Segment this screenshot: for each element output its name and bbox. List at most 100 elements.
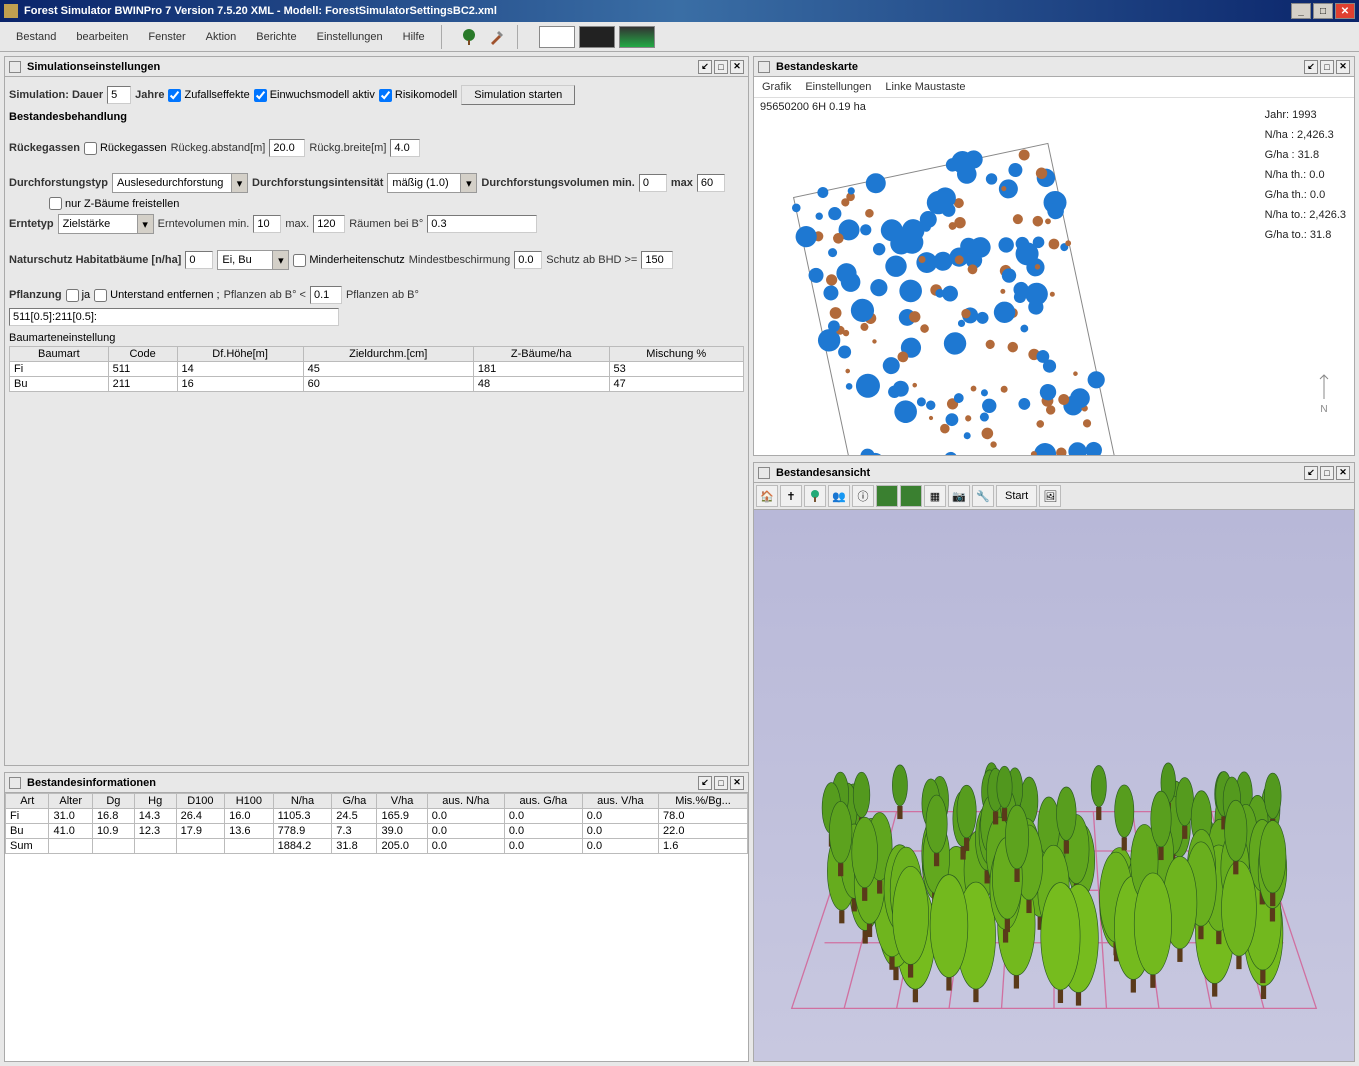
durchf-typ-combo[interactable]: Auslesedurchforstung▾: [112, 173, 248, 193]
view3d-canvas[interactable]: [754, 510, 1354, 1061]
panel-max-icon[interactable]: □: [714, 776, 728, 790]
wrench-icon[interactable]: 🔧: [972, 485, 994, 507]
erntetyp-combo[interactable]: Zielstärke▾: [58, 214, 154, 234]
panel-close-icon[interactable]: ✕: [730, 60, 744, 74]
erntevol-max-input[interactable]: [313, 215, 345, 233]
stand-3dview-panel: Bestandesansicht ↙ □ ✕ 🏠 ✝ 👥 ⓘ ▦ 📷 🔧 Sta…: [753, 462, 1355, 1062]
tree-icon[interactable]: [457, 25, 481, 49]
ruckegassen-label: Rückegassen: [9, 142, 80, 154]
panel-max-icon[interactable]: □: [714, 60, 728, 74]
panel-close-icon[interactable]: ✕: [730, 776, 744, 790]
map-menu-einstellungen[interactable]: Einstellungen: [805, 81, 871, 93]
people-icon[interactable]: 👥: [828, 485, 850, 507]
table-header: Alter: [49, 794, 92, 809]
info-icon[interactable]: ⓘ: [852, 485, 874, 507]
menu-bearbeiten[interactable]: bearbeiten: [66, 27, 138, 47]
durchf-vol-max-input[interactable]: [697, 174, 725, 192]
panel-min-icon[interactable]: ↙: [1304, 466, 1318, 480]
table-header: D100: [176, 794, 225, 809]
info-table: ArtAlterDgHgD100H100N/haG/haV/haaus. N/h…: [5, 793, 748, 854]
schutz-bhd-label: Schutz ab BHD >=: [546, 254, 637, 266]
panel-min-icon[interactable]: ↙: [1304, 60, 1318, 74]
ingrowth-check[interactable]: Einwuchsmodell aktiv: [254, 89, 375, 102]
map-menu-maustaste[interactable]: Linke Maustaste: [885, 81, 965, 93]
duration-input[interactable]: [107, 86, 131, 104]
erntevol-max-label: max.: [285, 218, 309, 230]
mindest-input[interactable]: [514, 251, 542, 269]
habitat-input[interactable]: [185, 251, 213, 269]
panel-max-icon[interactable]: □: [1320, 60, 1334, 74]
thumb-3[interactable]: [619, 26, 655, 48]
menu-fenster[interactable]: Fenster: [138, 27, 195, 47]
raumen-input[interactable]: [427, 215, 537, 233]
stand-info-panel: Bestandesinformationen ↙ □ ✕ ArtAlterDgH…: [4, 772, 749, 1062]
compass-icon: N: [1314, 371, 1334, 415]
random-check[interactable]: Zufallseffekte: [168, 89, 249, 102]
tree-icon[interactable]: [804, 485, 826, 507]
only-z-check[interactable]: nur Z-Bäume freistellen: [49, 197, 179, 210]
panel-max-icon[interactable]: □: [1320, 466, 1334, 480]
panel-close-icon[interactable]: ✕: [1336, 60, 1350, 74]
planting-rule-input[interactable]: [9, 308, 339, 326]
map-menu-grafik[interactable]: Grafik: [762, 81, 791, 93]
durchf-vol-label: Durchforstungsvolumen min.: [481, 177, 634, 189]
tree-map-svg[interactable]: [764, 117, 1144, 455]
cross-icon[interactable]: ✝: [780, 485, 802, 507]
table-row[interactable]: Fi31.016.814.326.416.01105.324.5165.90.0…: [6, 809, 748, 824]
table-row[interactable]: Fi511144518153: [10, 362, 744, 377]
thumb-2[interactable]: [579, 26, 615, 48]
ruckeg-breite-input[interactable]: [390, 139, 420, 157]
risk-check[interactable]: Risikomodell: [379, 89, 457, 102]
simulation-settings-panel: Simulationseinstellungen ↙ □ ✕ Simulatio…: [4, 56, 749, 766]
erntevol-min-input[interactable]: [253, 215, 281, 233]
menu-aktion[interactable]: Aktion: [196, 27, 247, 47]
axe-icon[interactable]: [485, 25, 509, 49]
table-row[interactable]: Bu41.010.912.317.913.6778.97.339.00.00.0…: [6, 824, 748, 839]
app-icon: [4, 4, 18, 18]
durchf-int-combo[interactable]: mäßig (1.0)▾: [387, 173, 477, 193]
panel-close-icon[interactable]: ✕: [1336, 466, 1350, 480]
unterstand-check[interactable]: Unterstand entfernen ;: [94, 289, 219, 302]
pflanzen-ab-input[interactable]: [310, 286, 342, 304]
minimize-button[interactable]: _: [1291, 3, 1311, 19]
table-header: aus. N/ha: [427, 794, 504, 809]
camera-icon[interactable]: 📷: [948, 485, 970, 507]
table-row[interactable]: Sum1884.231.8205.00.00.00.01.6: [6, 839, 748, 854]
table-header: Hg: [134, 794, 176, 809]
start-button[interactable]: Start: [996, 485, 1037, 507]
start-simulation-button[interactable]: Simulation starten: [461, 85, 575, 105]
texture-icon[interactable]: 🖼: [1039, 485, 1061, 507]
ruckeg-abstand-input[interactable]: [269, 139, 305, 157]
home-icon[interactable]: 🏠: [756, 485, 778, 507]
treatment-title: Bestandesbehandlung: [9, 111, 744, 123]
menu-berichte[interactable]: Berichte: [246, 27, 306, 47]
close-button[interactable]: ✕: [1335, 3, 1355, 19]
menu-einstellungen[interactable]: Einstellungen: [307, 27, 393, 47]
table-header: aus. V/ha: [582, 794, 658, 809]
species-combo[interactable]: Ei, Bu▾: [217, 250, 289, 270]
table-header: aus. G/ha: [504, 794, 582, 809]
ja-check[interactable]: ja: [66, 289, 91, 302]
grid-icon[interactable]: ▦: [924, 485, 946, 507]
maximize-button[interactable]: □: [1313, 3, 1333, 19]
minderheit-check[interactable]: Minderheitenschutz: [293, 254, 404, 267]
green2-icon[interactable]: [900, 485, 922, 507]
panel-min-icon[interactable]: ↙: [698, 60, 712, 74]
ruckeg-abstand-label: Rückeg.abstand[m]: [171, 142, 266, 154]
menu-bestand[interactable]: Bestand: [6, 27, 66, 47]
table-header: Code: [108, 347, 177, 362]
table-header: Art: [6, 794, 49, 809]
stand-id-label: 95650200 6H 0.19 ha: [760, 101, 866, 113]
durchf-vol-max-label: max: [671, 177, 693, 189]
table-row[interactable]: Bu21116604847: [10, 377, 744, 392]
pflanzen-ab2-label: Pflanzen ab B°: [346, 289, 419, 301]
durchf-vol-min-input[interactable]: [639, 174, 667, 192]
panel-icon: [9, 777, 21, 789]
schutz-bhd-input[interactable]: [641, 251, 673, 269]
thumb-1[interactable]: [539, 26, 575, 48]
green1-icon[interactable]: [876, 485, 898, 507]
panel-min-icon[interactable]: ↙: [698, 776, 712, 790]
table-header: N/ha: [273, 794, 332, 809]
ruckegassen-check[interactable]: Rückegassen: [84, 142, 167, 155]
menu-hilfe[interactable]: Hilfe: [393, 27, 435, 47]
